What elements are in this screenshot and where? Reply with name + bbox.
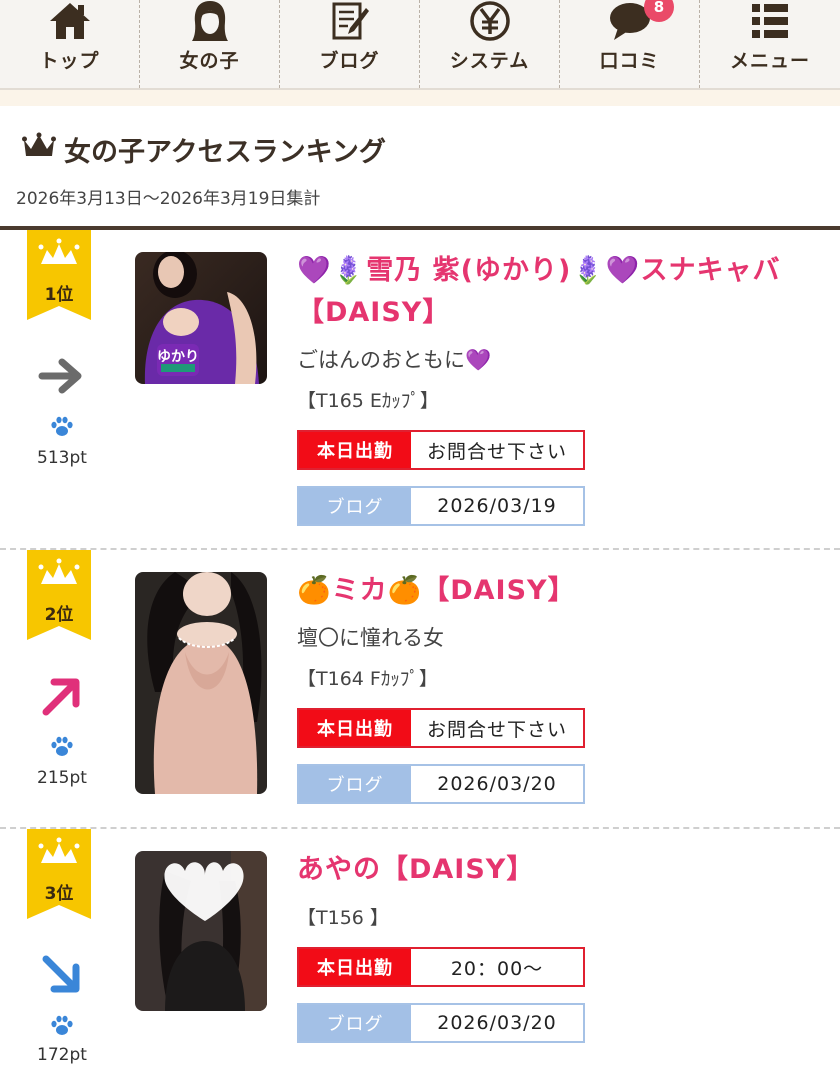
crown-icon [22, 132, 56, 167]
home-icon [47, 0, 93, 42]
today-work-label: 本日出勤 [299, 432, 411, 468]
rank-label: 2位 [44, 605, 74, 625]
rank-ribbon: 2位 [27, 550, 91, 640]
body-spec: 【T165 Eｶｯﾌﾟ】 [297, 390, 439, 412]
arrow-right-icon [38, 352, 86, 400]
nav-label: トップ [39, 50, 100, 72]
nav-label: 女の子 [179, 50, 240, 72]
blog-row[interactable]: ブログ 2026/03/20 [297, 764, 585, 804]
blog-date: 2026/03/20 [411, 1005, 583, 1041]
today-work-row[interactable]: 本日出勤 お問合せ下さい [297, 708, 585, 748]
nav-label: システム [449, 50, 530, 72]
paw-icon [50, 1015, 74, 1037]
nav-label: メニュー [729, 50, 810, 72]
today-work-row[interactable]: 本日出勤 20：00～ [297, 947, 585, 987]
rank-label: 1位 [44, 285, 74, 305]
paw-icon [50, 736, 74, 758]
body-spec: 【T164 Fｶｯﾌﾟ】 [297, 668, 438, 690]
today-work-row[interactable]: 本日出勤 お問合せ下さい [297, 430, 585, 470]
rank-label: 3位 [44, 884, 74, 904]
profile-photo[interactable]: ゆかり [135, 252, 267, 384]
yen-icon [467, 0, 513, 42]
nav-item-girls[interactable]: 女の子 [140, 0, 280, 88]
nav-divider-strip [0, 90, 840, 106]
girl-name-line2: 【DAISY】 [297, 297, 451, 328]
girl-name[interactable]: 💜🪻雪乃 紫(ゆかり)🪻💜スナキャバ 【DAISY】 [297, 250, 827, 334]
blog-icon [327, 0, 373, 42]
blog-label: ブログ [299, 1005, 411, 1041]
nav-item-reviews[interactable]: 8 口コミ [560, 0, 700, 88]
nav-item-system[interactable]: システム [420, 0, 560, 88]
today-work-value: お問合せ下さい [411, 710, 583, 746]
ranking-entry-2[interactable]: 2位 215pt 🍊ミカ🍊【DAISY】 壇〇に憧れる女 【T164 Fｶｯﾌﾟ… [0, 550, 840, 828]
nav-label: 口コミ [599, 50, 660, 72]
menu-list-icon [747, 0, 793, 42]
ranking-entry-1[interactable]: 1位 513pt ゆかり 💜🪻雪乃 紫(ゆかり)🪻💜スナキャバ 【DAISY】 … [0, 230, 840, 550]
today-work-value: お問合せ下さい [411, 432, 583, 468]
rank-points: 172pt [37, 1045, 87, 1065]
nav-item-blog[interactable]: ブログ [280, 0, 420, 88]
girl-name[interactable]: 🍊ミカ🍊【DAISY】 [297, 570, 827, 612]
top-navigation: トップ 女の子 ブログ システム 8 口コミ メニュー [0, 0, 840, 90]
rank-points: 513pt [37, 448, 87, 468]
body-spec: 【T156 】 [297, 907, 389, 929]
nav-item-top[interactable]: トップ [0, 0, 140, 88]
today-work-label: 本日出勤 [299, 949, 411, 985]
page-title: 女の子アクセスランキング [64, 137, 386, 168]
blog-row[interactable]: ブログ 2026/03/20 [297, 1003, 585, 1043]
paw-icon [50, 416, 74, 438]
blog-date: 2026/03/20 [411, 766, 583, 802]
ranking-entry-3[interactable]: 3位 172pt あやの【DAISY】 【T156 】 本日出勤 20：00～ … [0, 829, 840, 1081]
ranking-title-row: 女の子アクセスランキング [22, 130, 386, 169]
arrow-down-right-icon [38, 951, 86, 999]
girl-name-line1: あやの【DAISY】 [297, 854, 535, 885]
rank-ribbon: 1位 [27, 230, 91, 320]
girl-name-line1: 🍊ミカ🍊【DAISY】 [297, 575, 576, 606]
profile-photo[interactable] [135, 572, 267, 794]
rank-points: 215pt [37, 768, 87, 788]
nav-label: ブログ [319, 50, 380, 72]
nav-item-menu[interactable]: メニュー [700, 0, 840, 88]
girl-icon [187, 0, 233, 42]
catch-copy: ごはんのおともに💜 [297, 348, 492, 372]
rank-ribbon: 3位 [27, 829, 91, 919]
today-work-value: 20：00～ [411, 949, 583, 985]
catch-copy: 壇〇に憧れる女 [297, 626, 444, 650]
blog-label: ブログ [299, 488, 411, 524]
arrow-up-right-icon [38, 672, 86, 720]
blog-row[interactable]: ブログ 2026/03/19 [297, 486, 585, 526]
blog-label: ブログ [299, 766, 411, 802]
photo-name-tag: ゆかり [157, 349, 199, 365]
girl-name-line1: 💜🪻雪乃 紫(ゆかり)🪻💜スナキャバ [297, 255, 781, 286]
girl-name[interactable]: あやの【DAISY】 [297, 849, 827, 891]
profile-photo[interactable] [135, 851, 267, 1011]
ranking-header: 女の子アクセスランキング 2026年3月13日～2026年3月19日集計 [0, 106, 840, 230]
ranking-period: 2026年3月13日～2026年3月19日集計 [16, 189, 321, 209]
today-work-label: 本日出勤 [299, 710, 411, 746]
blog-date: 2026/03/19 [411, 488, 583, 524]
